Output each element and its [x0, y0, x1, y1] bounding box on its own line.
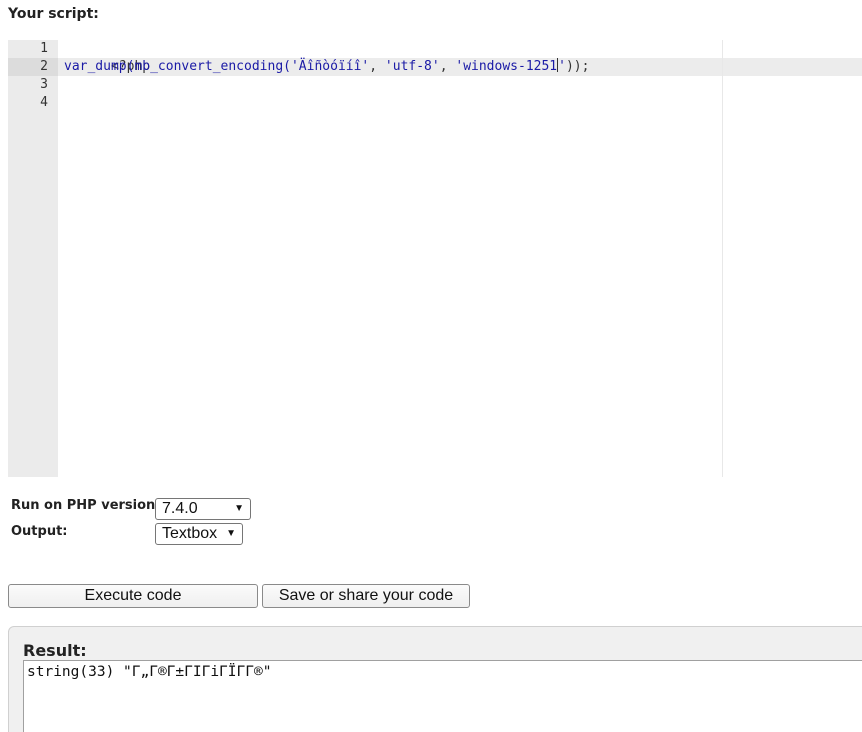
result-output-textbox[interactable]: string(33) "Г„Г®Г±ГІГіГЇГ­Г®"	[23, 660, 862, 732]
code-editor[interactable]: 1 2 3 4 <?php var_dump(mb_convert_encodi…	[8, 40, 862, 477]
php-sandbox-page: Your script: 1 2 3 4 <?php var_dump(mb_c…	[0, 0, 862, 732]
arg-separator: ,	[439, 59, 456, 74]
code-line-2[interactable]: var_dump(mb_convert_encoding('Äîñòóïíî',…	[64, 58, 589, 76]
string-arg-input: 'Äîñòóïíî'	[290, 59, 370, 74]
chevron-down-icon: ▼	[234, 503, 244, 514]
php-version-select[interactable]: 7.4.0 ▼	[155, 498, 251, 520]
function-call: var_dump(mb_convert_encoding(	[64, 59, 291, 74]
result-panel: Result: string(33) "Г„Г®Г±ГІГіГЇГ­Г®"	[8, 626, 862, 732]
execute-code-button[interactable]: Execute code	[8, 584, 258, 608]
line-number: 4	[40, 95, 48, 110]
print-margin	[722, 40, 723, 477]
output-value: Textbox	[162, 525, 218, 542]
save-share-button[interactable]: Save or share your code	[262, 584, 470, 608]
chevron-down-icon: ▼	[226, 528, 236, 539]
line-number: 2	[40, 59, 48, 74]
editor-gutter	[8, 40, 58, 477]
line-number: 1	[40, 41, 48, 56]
string-arg-quote: '	[558, 59, 566, 74]
string-arg-to-encoding: 'windows-1251	[455, 59, 558, 74]
script-heading: Your script:	[8, 6, 99, 22]
string-arg-from-encoding: 'utf-8'	[384, 59, 440, 74]
output-label: Output:	[11, 524, 68, 539]
output-select[interactable]: Textbox ▼	[155, 523, 243, 545]
result-label: Result:	[23, 641, 87, 660]
line-number: 3	[40, 77, 48, 92]
php-version-label: Run on PHP version:	[11, 498, 161, 513]
closing-parens: ));	[565, 59, 590, 74]
arg-separator: ,	[369, 59, 385, 74]
active-gutter-highlight	[8, 58, 58, 76]
php-version-value: 7.4.0	[162, 500, 198, 517]
